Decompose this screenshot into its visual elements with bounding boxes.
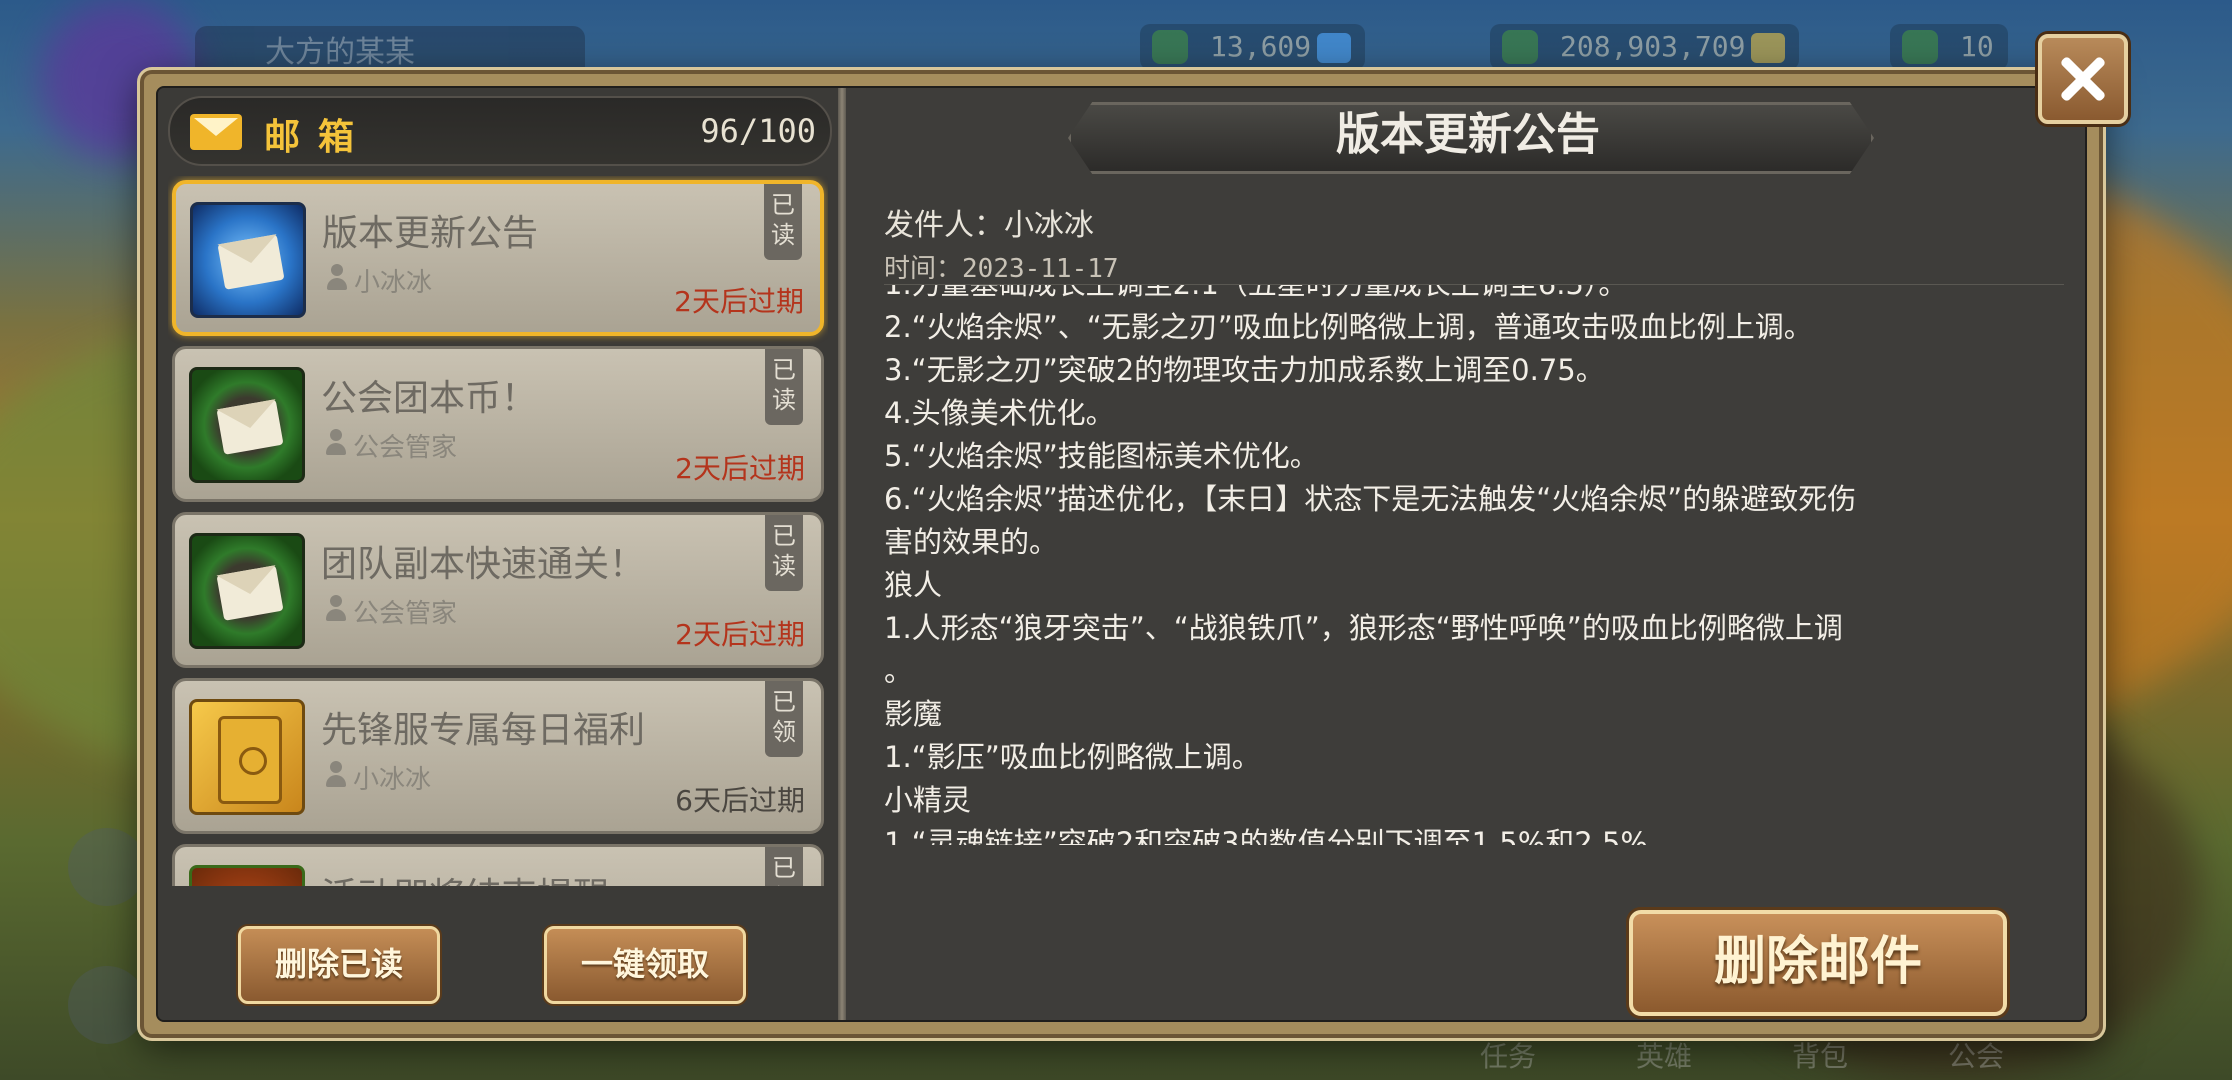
claim-all-button[interactable]: 一键领取 bbox=[544, 926, 746, 1004]
panel-divider bbox=[838, 88, 846, 1020]
content-line: 。 bbox=[884, 654, 914, 688]
sender-icon bbox=[325, 429, 347, 455]
content-line: 1.力量基础成长上调至2.1（五星时力量成长上调至6.5）。 bbox=[884, 284, 1628, 301]
mail-item-sender: 公会管家 bbox=[353, 599, 458, 629]
content-line: 害的效果的。 bbox=[884, 525, 1059, 559]
mail-item-sender: 小冰冰 bbox=[354, 268, 433, 298]
wreath-envelope-icon bbox=[189, 367, 305, 483]
mail-item[interactable]: 版本更新公告 小冰冰 2天后过期 已读 bbox=[172, 180, 824, 336]
red-gift-icon bbox=[189, 865, 305, 886]
delete-read-button[interactable]: 删除已读 bbox=[238, 926, 440, 1004]
sender-icon bbox=[326, 264, 348, 290]
mail-item-status: 已读 bbox=[765, 515, 803, 591]
mail-item-status: 已领 bbox=[765, 681, 803, 757]
content-line: 2.“火焰余烬”、“无影之刃”吸血比例略微上调，普通攻击吸血比例上调。 bbox=[884, 310, 1813, 344]
content-line: 1.人形态“狼牙突击”、“战狼铁爪”，狼形态“野性呼唤”的吸血比例略微上调 bbox=[884, 611, 1843, 645]
mail-item-sender: 小冰冰 bbox=[353, 765, 432, 795]
mail-item-status: 已读 bbox=[765, 349, 803, 425]
mailbox-header: 邮箱 96/100 bbox=[168, 96, 832, 166]
mail-item-expire: 2天后过期 bbox=[674, 285, 804, 318]
mail-item[interactable]: 公会团本币！ 公会管家 2天后过期 已读 bbox=[172, 346, 824, 502]
detail-content-scroll[interactable]: 1.力量基础成长上调至2.1（五星时力量成长上调至6.5）。 2.“火焰余烬”、… bbox=[884, 284, 2064, 845]
detail-time: 时间：2023-11-17 bbox=[884, 254, 1119, 284]
golden-card-icon bbox=[189, 699, 305, 815]
content-line: 狼人 bbox=[884, 568, 943, 602]
content-line: 小精灵 bbox=[884, 783, 972, 817]
content-line: 4.头像美术优化。 bbox=[884, 396, 1115, 430]
detail-content: 1.力量基础成长上调至2.1（五星时力量成长上调至6.5）。 2.“火焰余烬”、… bbox=[884, 284, 2064, 845]
bottom-nav: 任务 英雄 背包 公会 bbox=[1480, 1040, 2005, 1073]
mail-item-title: 团队副本快速通关！ bbox=[321, 544, 646, 585]
content-line: 6.“火焰余烬”描述优化，【末日】状态下是无法触发“火焰余烬”的躲避致死伤 bbox=[884, 482, 1857, 516]
detail-title: 版本更新公告 bbox=[1336, 109, 1600, 160]
mail-item-status: 已领 bbox=[765, 847, 803, 886]
mailbox-title: 邮箱 bbox=[264, 117, 373, 158]
content-line: 1.“影压”吸血比例略微上调。 bbox=[884, 740, 1261, 774]
mail-shortcut-icon bbox=[68, 828, 146, 906]
resource-stamina: 10 bbox=[1890, 24, 2008, 70]
content-line: 1.“灵魂链接”突破2和突破3的数值分别下调至1.5%和2.5%。 bbox=[884, 826, 1677, 845]
mail-detail-panel: 版本更新公告 发件人：小冰冰 时间：2023-11-17 1.力量基础成长上调至… bbox=[846, 88, 2085, 1020]
resource-gold: 208,903,709 bbox=[1490, 24, 1800, 70]
content-line: 3.“无影之刃”突破2的物理攻击力加成系数上调至0.75。 bbox=[884, 353, 1605, 387]
mailbox-count: 96/100 bbox=[700, 112, 816, 150]
mail-item-title: 公会团本币！ bbox=[321, 378, 538, 419]
chat-shortcut-icon bbox=[68, 966, 146, 1044]
mail-item-expire: 2天后过期 bbox=[675, 452, 805, 485]
close-button[interactable] bbox=[2038, 34, 2128, 124]
mailbox-dialog: 邮箱 96/100 版本更新公告 小冰冰 2天后过期 已读 公会团本币！ 公会管… bbox=[140, 70, 2103, 1038]
mail-item[interactable]: 先锋服专属每日福利 小冰冰 6天后过期 已领 bbox=[172, 678, 824, 834]
detail-sender: 发件人：小冰冰 bbox=[884, 208, 1094, 243]
mail-item-title: 版本更新公告 bbox=[322, 213, 539, 254]
mail-item-expire: 2天后过期 bbox=[675, 618, 805, 651]
mail-item-status: 已读 bbox=[764, 184, 802, 260]
mail-list-panel: 邮箱 96/100 版本更新公告 小冰冰 2天后过期 已读 公会团本币！ 公会管… bbox=[158, 88, 838, 1020]
mail-item-title: 先锋服专属每日福利 bbox=[321, 710, 646, 751]
mail-item[interactable]: 团队副本快速通关！ 公会管家 2天后过期 已读 bbox=[172, 512, 824, 668]
diamond-icon bbox=[1317, 33, 1352, 63]
mail-item-expire: 6天后过期 bbox=[675, 784, 805, 817]
mail-item-sender: 公会管家 bbox=[353, 433, 458, 463]
sender-icon bbox=[325, 595, 347, 621]
envelope-icon bbox=[190, 114, 242, 150]
sender-icon bbox=[325, 761, 347, 787]
mail-item[interactable]: 活动即将结束提醒 已领 bbox=[172, 844, 824, 886]
delete-mail-button[interactable]: 删除邮件 bbox=[1629, 910, 2007, 1016]
mail-item-title: 活动即将结束提醒 bbox=[321, 867, 609, 886]
resource-diamond: 13,609 bbox=[1140, 24, 1366, 70]
gold-coin-icon bbox=[1751, 33, 1786, 63]
blue-envelope-icon bbox=[190, 202, 306, 318]
content-line: 5.“火焰余烬”技能图标美术优化。 bbox=[884, 439, 1319, 473]
wreath-envelope-icon bbox=[189, 533, 305, 649]
mail-list[interactable]: 版本更新公告 小冰冰 2天后过期 已读 公会团本币！ 公会管家 2天后过期 已读 bbox=[168, 176, 828, 886]
content-line: 影魔 bbox=[884, 697, 943, 731]
